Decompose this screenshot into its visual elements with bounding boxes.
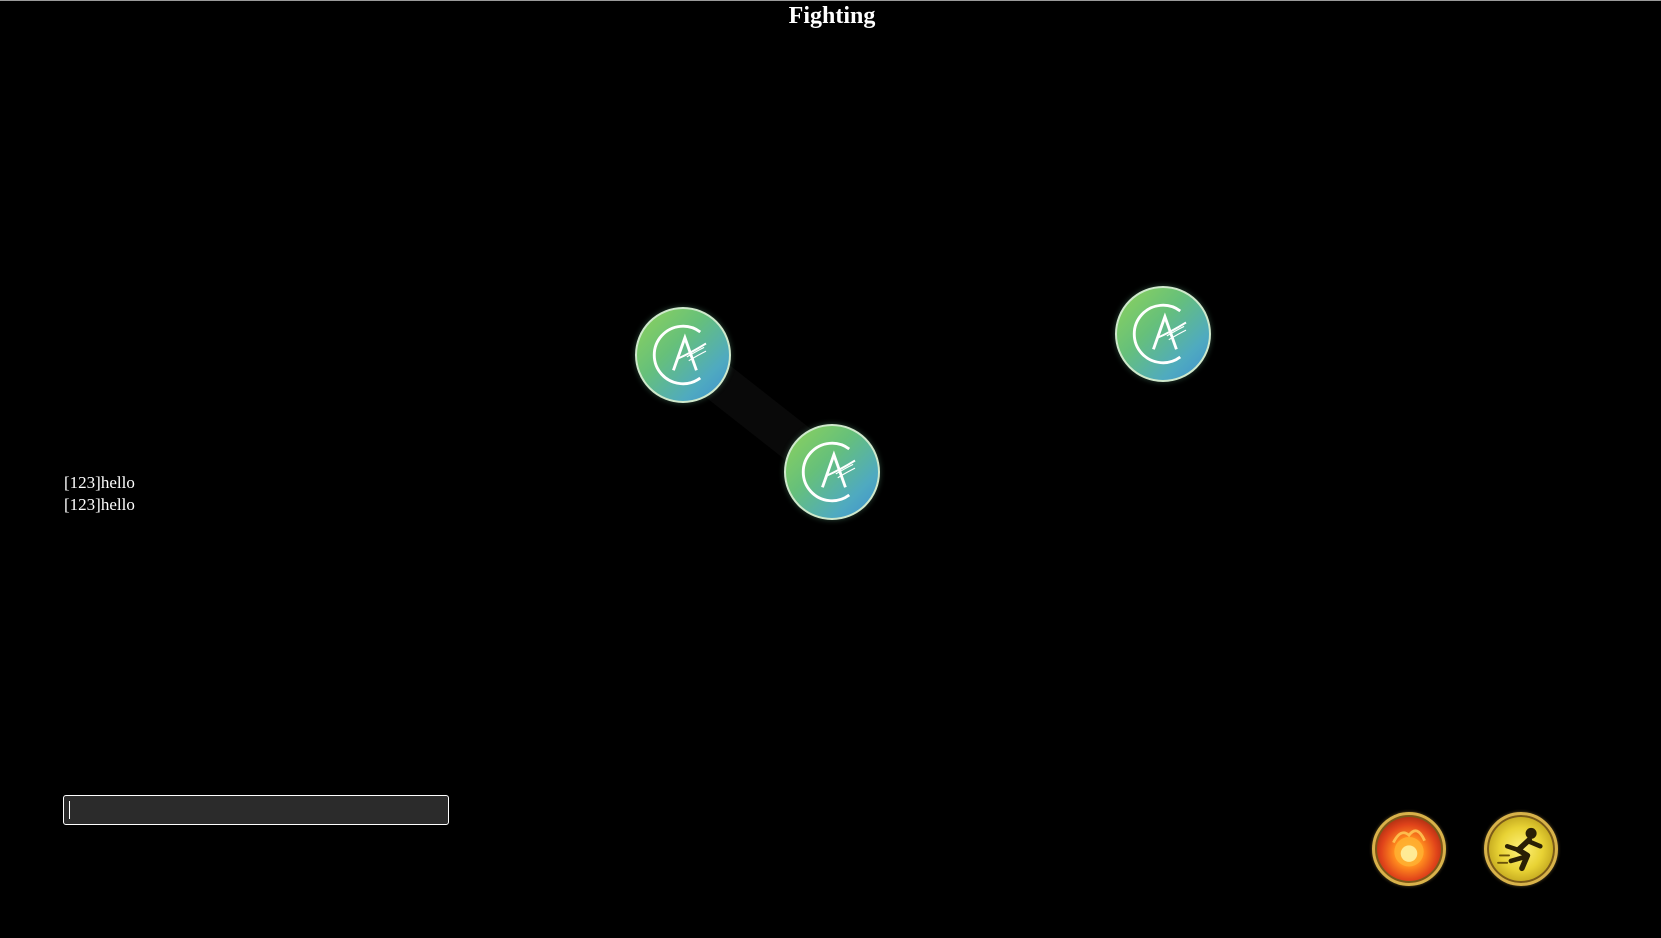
player-avatar-3[interactable] — [1115, 286, 1211, 382]
chat-message: [123]hello — [64, 473, 135, 492]
dash-runner-icon — [1497, 827, 1543, 872]
ca-logo-icon — [801, 441, 856, 503]
fireball-icon — [1392, 829, 1426, 867]
ca-logo-icon — [652, 324, 707, 386]
text-caret — [69, 801, 70, 819]
player-avatar-2[interactable] — [784, 424, 880, 520]
dash-skill-button[interactable] — [1484, 812, 1558, 886]
player-avatar-1[interactable] — [635, 307, 731, 403]
chat-log: [123]hello [123]hello — [64, 472, 135, 516]
fireball-skill-button[interactable] — [1372, 812, 1446, 886]
chat-input[interactable] — [63, 795, 449, 825]
ca-logo-icon — [1132, 303, 1187, 365]
chat-message: [123]hello — [64, 495, 135, 514]
